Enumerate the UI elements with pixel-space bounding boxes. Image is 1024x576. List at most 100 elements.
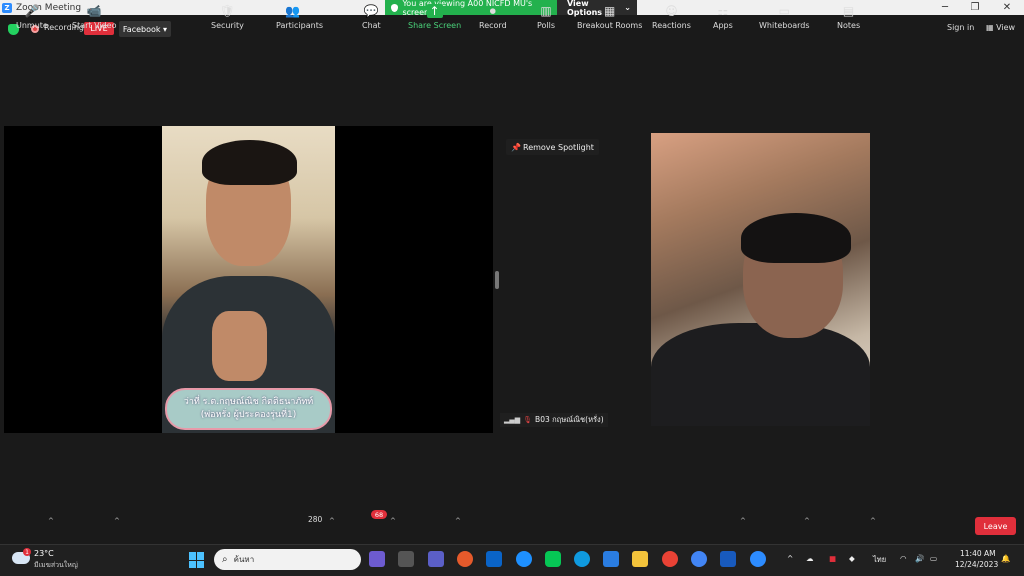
windows-start-icon[interactable] [189, 552, 205, 568]
minimize-button[interactable]: ─ [930, 0, 960, 15]
speaker-hand [212, 311, 267, 381]
video-off-icon: 📹 [86, 4, 102, 18]
apps-button[interactable]: ⚏ Apps [713, 4, 733, 36]
language-indicator[interactable]: ไทย [873, 554, 886, 566]
pin-icon: 📌 [511, 143, 521, 152]
leave-button[interactable]: Leave [975, 517, 1016, 535]
reactions-button[interactable]: ☺ Reactions [652, 4, 691, 36]
apps-icon: ⚏ [717, 4, 729, 18]
mic-muted-icon: 🎙 [523, 416, 533, 424]
breakout-rooms-icon: ▦ [604, 4, 616, 18]
view-button[interactable]: ▦ View [986, 23, 1015, 32]
weather-description: มีเมฆส่วนใหญ่ [34, 561, 78, 569]
mail-app-icon[interactable] [486, 551, 502, 567]
volume-icon[interactable]: 🔊 [915, 554, 924, 563]
whiteboards-button[interactable]: ▭ Whiteboards [759, 4, 810, 36]
notes-button[interactable]: ▤ Notes [837, 4, 860, 36]
apps-options-caret[interactable]: ^ [740, 517, 746, 525]
chrome-app-icon[interactable] [662, 551, 678, 567]
breakout-rooms-label: Breakout Rooms [577, 21, 643, 30]
chat-button[interactable]: 💬 Chat [362, 4, 381, 36]
split-view-handle[interactable] [495, 271, 499, 289]
start-video-label: Start Video [72, 21, 117, 30]
app-icon-orange[interactable] [457, 551, 473, 567]
battery-icon[interactable]: ▭ [930, 554, 937, 563]
notes-options-caret[interactable]: ^ [870, 517, 876, 525]
chat-icon: 💬 [363, 4, 379, 18]
taskbar-search[interactable]: ⌕ ค้นหา [214, 549, 361, 570]
word-app-icon[interactable] [720, 551, 736, 567]
video-options-caret[interactable]: ^ [114, 517, 120, 525]
share-options-caret[interactable]: ^ [455, 517, 461, 525]
zoom-app-icon[interactable] [750, 551, 766, 567]
copilot-app-icon[interactable] [369, 551, 385, 567]
app-tray-icon[interactable]: ■ [829, 554, 836, 563]
reactions-label: Reactions [652, 21, 691, 30]
notification-bell-icon[interactable]: 🔔 [1001, 554, 1010, 563]
shared-screen-video[interactable]: ว่าที่ ร.ต.กฤษณ์ณิช กิตติธนาภัทท์ (พ่อหร… [4, 126, 493, 433]
chat-options-caret[interactable]: ^ [390, 517, 396, 525]
zoom-meeting-window: Z Zoom Meeting ─ ❐ ✕ You are viewing A00… [0, 0, 1024, 576]
edge-app-icon[interactable] [574, 551, 590, 567]
security-button[interactable]: 🛡 Security [211, 4, 244, 36]
participants-count: 280 [308, 515, 323, 524]
live-platform-dropdown[interactable]: Facebook ▾ [119, 21, 171, 37]
tray-overflow-icon[interactable]: ^ [787, 554, 793, 563]
share-screen-icon: ↑ [426, 4, 443, 18]
shield-icon [391, 3, 399, 12]
participant-name: B03 กฤษณ์ณิช(หรั่ง) [535, 415, 604, 424]
security-label: Security [211, 21, 244, 30]
app-icon-blue[interactable] [516, 551, 532, 567]
record-label: Record [479, 21, 507, 30]
store-app-icon[interactable] [603, 551, 619, 567]
remove-spotlight-button[interactable]: 📌 Remove Spotlight [506, 139, 599, 155]
breakout-rooms-button[interactable]: ▦ Breakout Rooms [577, 4, 642, 36]
caption-line-1: ว่าที่ ร.ต.กฤษณ์ณิช กิตติธนาภัทท์ [183, 397, 314, 407]
line-app-icon[interactable] [545, 551, 561, 567]
search-icon: ⌕ [222, 554, 228, 565]
clock-date[interactable]: 12/24/2023 [955, 560, 998, 569]
share-screen-button[interactable]: ↑ Share Screen [408, 4, 461, 36]
participants-label: Participants [276, 21, 323, 30]
maximize-button[interactable]: ❐ [960, 0, 990, 15]
onedrive-icon[interactable]: ☁ [806, 554, 814, 563]
start-video-button[interactable]: 📹 Start Video [72, 4, 117, 36]
close-button[interactable]: ✕ [992, 0, 1022, 15]
reactions-icon: ☺ [665, 4, 678, 18]
speaker-hair [202, 140, 297, 185]
security-tray-icon[interactable]: ◆ [849, 554, 855, 563]
whiteboards-options-caret[interactable]: ^ [804, 517, 810, 525]
speaker-video-frame: ว่าที่ ร.ต.กฤษณ์ณิช กิตติธนาภัทท์ (พ่อหร… [162, 126, 335, 433]
record-button[interactable]: ⏺ Record [479, 4, 507, 36]
audio-options-caret[interactable]: ^ [48, 517, 54, 525]
participants-options-caret[interactable]: ^ [329, 517, 335, 525]
chrome-app-icon-2[interactable] [691, 551, 707, 567]
remove-spotlight-label: Remove Spotlight [523, 142, 594, 152]
temperature[interactable]: 23°C [34, 549, 54, 558]
view-label: View [996, 23, 1016, 32]
participant-video[interactable] [651, 133, 870, 426]
participants-icon: 👥 [285, 4, 300, 18]
file-explorer-icon[interactable] [632, 551, 648, 567]
apps-label: Apps [713, 21, 733, 30]
unmute-button[interactable]: 🎤 Unmute [16, 4, 48, 36]
whiteboard-icon: ▭ [778, 4, 790, 18]
wifi-icon[interactable]: ◠ [900, 554, 907, 563]
clock-time[interactable]: 11:40 AM [960, 549, 996, 558]
notes-label: Notes [837, 21, 861, 30]
zoom-logo-icon: Z [2, 2, 12, 13]
signal-strength-icon: ▂▄▆ [504, 416, 521, 424]
teams-app-icon[interactable] [428, 551, 444, 567]
participants-button[interactable]: 👥 Participants [276, 4, 323, 36]
task-view-icon[interactable] [398, 551, 414, 567]
shield-icon: 🛡 [219, 4, 236, 18]
chat-label: Chat [362, 21, 381, 30]
polls-button[interactable]: ▥ Polls [537, 4, 555, 36]
speaker-caption: ว่าที่ ร.ต.กฤษณ์ณิช กิตติธนาภัทท์ (พ่อหร… [165, 388, 332, 430]
weather-alert-badge: 1 [23, 548, 31, 556]
participant-body [651, 323, 870, 426]
sign-in-link[interactable]: Sign in [947, 23, 974, 32]
view-grid-icon: ▦ [986, 23, 997, 32]
whiteboards-label: Whiteboards [759, 21, 810, 30]
windows-taskbar [0, 544, 1024, 576]
